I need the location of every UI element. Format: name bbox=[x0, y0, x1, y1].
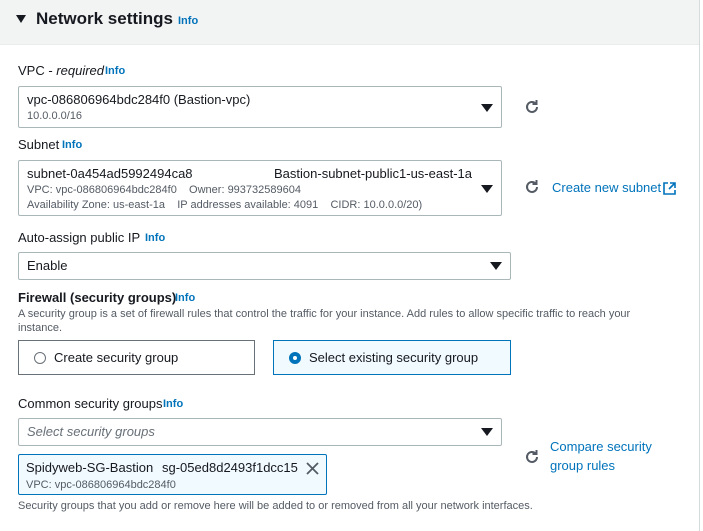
subnet-detail-1: VPC: vpc-086806964bdc284f0 Owner: 993732… bbox=[27, 184, 301, 196]
firewall-description: A security group is a set of firewall ru… bbox=[18, 308, 631, 334]
subnet-id: subnet-0a454ad5992494ca8 bbox=[27, 166, 193, 181]
create-subnet-link[interactable]: Create new subnet bbox=[552, 180, 661, 195]
select-existing-sg-option[interactable]: Select existing security group bbox=[273, 340, 511, 375]
section-info-link[interactable]: Info bbox=[178, 15, 198, 27]
caret-down-icon[interactable] bbox=[16, 15, 26, 23]
token-sg-vpc: VPC: vpc-086806964bdc284f0 bbox=[26, 479, 176, 491]
common-sg-footer: Security groups that you add or remove h… bbox=[18, 500, 533, 512]
subnet-detail-2: Availability Zone: us-east-1a IP address… bbox=[27, 199, 423, 211]
panel-border bbox=[699, 0, 700, 531]
compare-sg-rules-link-line1[interactable]: Compare security bbox=[550, 439, 652, 454]
compare-sg-rules-link-line2[interactable]: group rules bbox=[550, 458, 615, 473]
firewall-label: Firewall (security groups) bbox=[18, 290, 177, 305]
firewall-info-link[interactable]: Info bbox=[175, 292, 195, 304]
create-sg-label: Create security group bbox=[54, 350, 179, 365]
vpc-info-link[interactable]: Info bbox=[105, 65, 125, 77]
vpc-select[interactable]: vpc-086806964bdc284f0 (Bastion-vpc) 10.0… bbox=[18, 86, 502, 128]
common-sg-info-link[interactable]: Info bbox=[163, 398, 183, 410]
public-ip-select[interactable]: Enable bbox=[18, 252, 511, 280]
refresh-icon[interactable] bbox=[523, 448, 541, 466]
vpc-value: vpc-086806964bdc284f0 (Bastion-vpc) bbox=[27, 92, 251, 107]
common-sg-label: Common security groups bbox=[18, 396, 163, 411]
section-title[interactable]: Network settings bbox=[36, 9, 173, 29]
subnet-label: Subnet bbox=[18, 137, 60, 152]
token-sg-name: Spidyweb-SG-Bastion bbox=[26, 460, 154, 475]
select-existing-sg-label: Select existing security group bbox=[309, 350, 479, 365]
token-sg-id: sg-05ed8d2493f1dcc15 bbox=[162, 460, 298, 475]
subnet-name: Bastion-subnet-public1-us-east-1a bbox=[274, 166, 472, 181]
chevron-down-icon bbox=[481, 185, 493, 193]
security-group-token: Spidyweb-SG-Bastion sg-05ed8d2493f1dcc15… bbox=[18, 454, 327, 495]
subnet-select[interactable]: subnet-0a454ad5992494ca8 Bastion-subnet-… bbox=[18, 160, 502, 216]
refresh-icon[interactable] bbox=[523, 98, 541, 116]
create-sg-option[interactable]: Create security group bbox=[18, 340, 255, 375]
vpc-cidr: 10.0.0.0/16 bbox=[27, 110, 83, 122]
public-ip-value: Enable bbox=[27, 258, 68, 273]
chevron-down-icon bbox=[481, 104, 493, 112]
close-icon[interactable] bbox=[306, 462, 319, 475]
refresh-icon[interactable] bbox=[523, 178, 541, 196]
external-link-icon[interactable] bbox=[663, 182, 676, 195]
subnet-info-link[interactable]: Info bbox=[62, 139, 82, 151]
vpc-label: VPC - required bbox=[18, 63, 104, 78]
chevron-down-icon bbox=[481, 428, 493, 436]
radio-icon[interactable] bbox=[34, 352, 46, 364]
public-ip-info-link[interactable]: Info bbox=[145, 232, 165, 244]
security-groups-placeholder: Select security groups bbox=[27, 424, 155, 439]
vpc-required-text: required bbox=[56, 63, 104, 78]
public-ip-label: Auto-assign public IP bbox=[18, 230, 141, 245]
vpc-label-text: VPC - bbox=[18, 63, 57, 78]
radio-icon[interactable] bbox=[289, 352, 301, 364]
chevron-down-icon bbox=[490, 262, 502, 270]
security-groups-select[interactable]: Select security groups bbox=[18, 418, 502, 446]
